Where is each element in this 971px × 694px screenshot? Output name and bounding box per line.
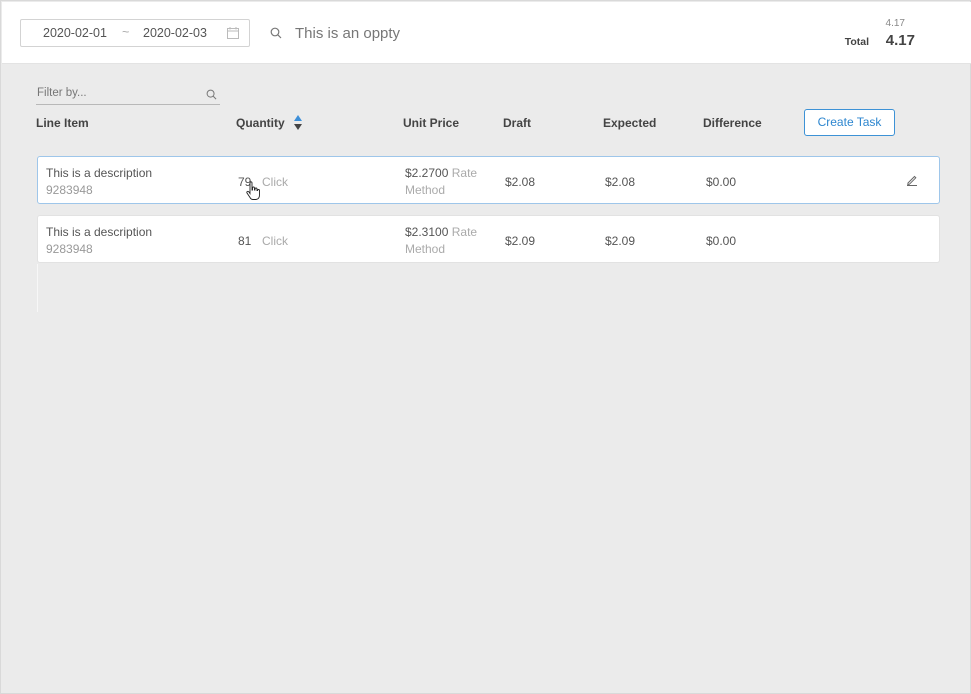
row-draft: $2.08 — [505, 175, 536, 189]
row-expected: $2.08 — [605, 175, 636, 189]
create-task-button[interactable]: Create Task — [804, 109, 895, 136]
row-description: This is a description — [46, 166, 153, 180]
filter-search-icon[interactable] — [206, 89, 217, 100]
column-header-expected: Expected — [603, 116, 657, 130]
app-frame: 2020-02-01 ~ 2020-02-03 This is an oppty… — [0, 0, 971, 694]
row-code: 9283948 — [46, 242, 93, 256]
table-row[interactable]: This is a description 9283948 81 Click $… — [37, 215, 940, 263]
row-quantity: 81 — [238, 234, 252, 248]
row-rate-label: Rate — [451, 166, 478, 180]
row-unit-price: $2.2700 Rate — [405, 166, 477, 180]
row-method-label: Method — [405, 242, 446, 256]
edit-pencil-icon[interactable] — [906, 174, 918, 186]
filter-input[interactable]: Filter by... — [36, 87, 220, 105]
table-row[interactable]: This is a description 9283948 79 Click $… — [37, 156, 940, 204]
date-end[interactable]: 2020-02-03 — [143, 26, 207, 40]
date-range-picker[interactable]: 2020-02-01 ~ 2020-02-03 — [20, 19, 250, 47]
row-click-link[interactable]: Click — [262, 175, 288, 189]
row-placeholder-divider — [37, 264, 38, 312]
column-header-unit-price: Unit Price — [403, 116, 460, 130]
total-label: Total — [844, 36, 869, 48]
row-description: This is a description — [46, 225, 153, 239]
row-expected: $2.09 — [605, 234, 636, 248]
row-unit-price: $2.3100 Rate — [405, 225, 477, 239]
row-click-link[interactable]: Click — [262, 234, 288, 248]
row-method-label: Method — [405, 183, 446, 197]
total-value: 4.17 — [885, 32, 915, 49]
header-bar: 2020-02-01 ~ 2020-02-03 This is an oppty… — [2, 2, 971, 64]
row-draft: $2.09 — [505, 234, 536, 248]
row-difference: $0.00 — [706, 175, 737, 189]
hand-cursor-icon — [246, 181, 260, 200]
total-secondary-value: 4.17 — [885, 18, 905, 29]
calendar-icon[interactable] — [227, 27, 239, 39]
row-difference: $0.00 — [706, 234, 737, 248]
row-code: 9283948 — [46, 183, 93, 197]
search-icon[interactable] — [270, 27, 282, 39]
date-separator: ~ — [122, 25, 130, 39]
row-unit-price-value: $2.3100 — [405, 225, 449, 239]
column-header-difference: Difference — [703, 116, 762, 130]
column-header-draft: Draft — [503, 116, 532, 130]
date-start[interactable]: 2020-02-01 — [43, 26, 107, 40]
search-input[interactable]: This is an oppty — [295, 25, 400, 42]
row-unit-price-value: $2.2700 — [405, 166, 449, 180]
filter-placeholder: Filter by... — [37, 87, 87, 99]
column-header-quantity[interactable]: Quantity — [236, 116, 285, 130]
sort-icon[interactable] — [293, 114, 303, 131]
row-rate-label: Rate — [451, 225, 478, 239]
column-header-line-item: Line Item — [36, 116, 89, 130]
